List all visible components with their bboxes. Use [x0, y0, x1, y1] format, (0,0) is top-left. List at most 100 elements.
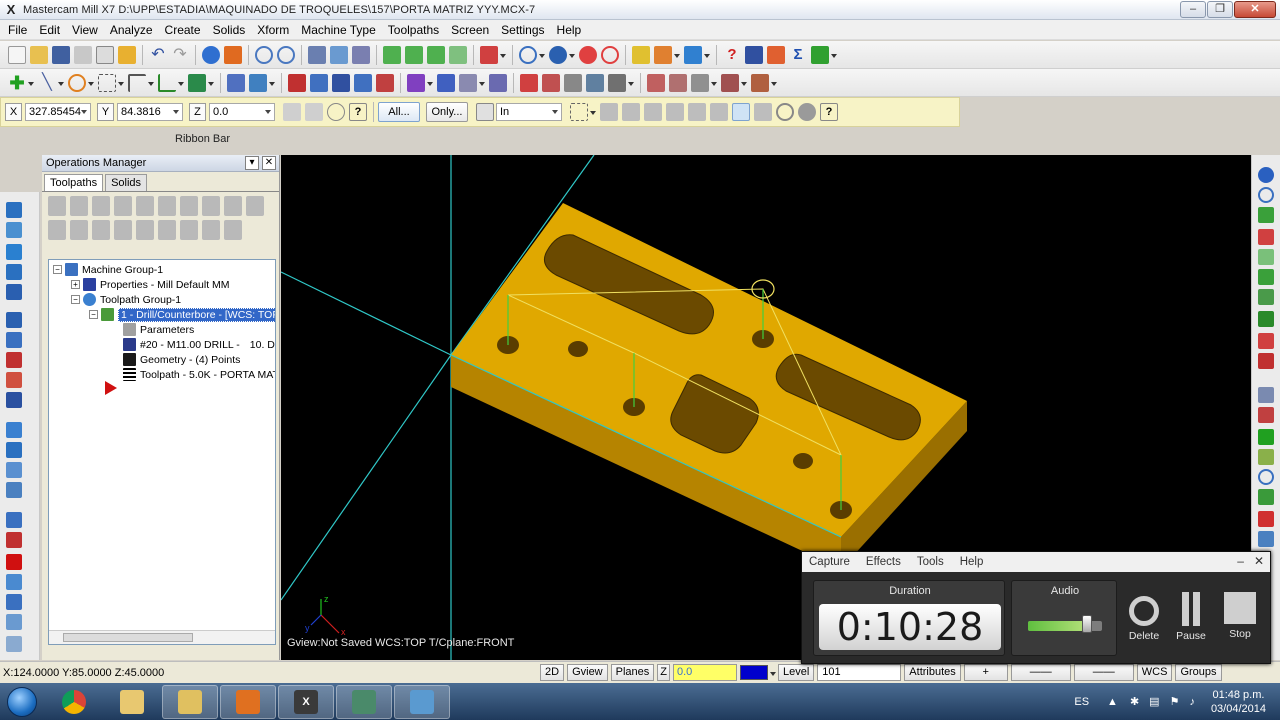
- lock-icon[interactable]: [608, 73, 626, 92]
- backplot-dropdown[interactable]: [427, 74, 433, 92]
- move-up-icon[interactable]: [136, 220, 154, 240]
- create-arc-icon[interactable]: [68, 73, 86, 92]
- arc-dropdown[interactable]: [88, 74, 94, 92]
- y-coordinate-field[interactable]: 84.3816: [117, 103, 183, 121]
- cube-icon[interactable]: [1258, 207, 1274, 223]
- pointer-dropdown[interactable]: [704, 46, 710, 64]
- redo-icon[interactable]: ↷: [171, 46, 189, 64]
- shaded-icon[interactable]: [549, 45, 567, 64]
- drag-icon[interactable]: [6, 614, 22, 630]
- cplane-icon[interactable]: [579, 45, 597, 64]
- x-coordinate-field[interactable]: 327.85454: [25, 103, 91, 121]
- zoom-window-icon[interactable]: [255, 45, 273, 64]
- tab-solids[interactable]: Solids: [105, 174, 148, 191]
- body-select-icon[interactable]: [688, 103, 706, 121]
- circle-icon[interactable]: [1258, 469, 1274, 485]
- ribbon-help-icon[interactable]: ?: [349, 103, 367, 121]
- taskbar-app[interactable]: [336, 684, 392, 719]
- hide-icon[interactable]: [647, 73, 665, 92]
- front-view-icon[interactable]: [405, 45, 423, 64]
- analyze-icon[interactable]: [308, 45, 326, 64]
- trim-icon[interactable]: [227, 73, 245, 92]
- volume-icon[interactable]: ♪: [1189, 696, 1195, 708]
- edge-select-icon[interactable]: [666, 103, 684, 121]
- move-down-icon[interactable]: [114, 220, 132, 240]
- undo-icon[interactable]: ↶: [149, 46, 167, 64]
- z-coordinate-field[interactable]: 0.0: [209, 103, 275, 121]
- print-preview-icon[interactable]: [96, 45, 114, 64]
- collapse-icon[interactable]: −: [71, 295, 80, 304]
- color-swatch[interactable]: [740, 665, 768, 680]
- stop-button[interactable]: Stop: [1220, 592, 1260, 640]
- taskbar-mastercam[interactable]: X: [278, 684, 334, 719]
- rectangle-dropdown[interactable]: [118, 74, 124, 92]
- select-last-icon[interactable]: [754, 103, 772, 121]
- pocket-op-icon[interactable]: [6, 284, 22, 300]
- scrollbar-thumb[interactable]: [63, 633, 193, 642]
- fit-icon[interactable]: [202, 45, 220, 64]
- taskbar-chrome[interactable]: [46, 685, 102, 719]
- toolbar-states-icon[interactable]: [745, 45, 763, 64]
- blank-dropdown[interactable]: [711, 74, 717, 92]
- offset-icon[interactable]: [6, 512, 22, 528]
- link-icon[interactable]: [586, 73, 604, 92]
- tree-tool[interactable]: #20 - M11.00 DRILL - 10. D: [123, 337, 275, 352]
- flag-icon[interactable]: ⚑: [1170, 695, 1180, 708]
- recorder-menu-capture[interactable]: Capture: [809, 556, 850, 568]
- post-ops-icon[interactable]: [202, 196, 220, 216]
- layer-icon[interactable]: [1258, 531, 1274, 547]
- chain-icon[interactable]: [6, 636, 22, 652]
- merge-icon[interactable]: [118, 45, 136, 64]
- create-rectangle-icon[interactable]: [98, 73, 116, 92]
- color-dropdown[interactable]: [770, 664, 776, 682]
- open-file-icon[interactable]: [30, 45, 48, 64]
- toggle-posting-icon[interactable]: [70, 220, 88, 240]
- menu-help[interactable]: Help: [551, 20, 588, 40]
- menu-screen[interactable]: Screen: [445, 20, 495, 40]
- trim-surface-icon[interactable]: [1258, 333, 1274, 349]
- xform-icon[interactable]: [6, 422, 22, 438]
- lock-dropdown[interactable]: [628, 74, 634, 92]
- help-ops-icon[interactable]: [224, 220, 242, 240]
- shading-dropdown[interactable]: [500, 46, 506, 64]
- translate-dropdown[interactable]: [269, 74, 275, 92]
- edit-solid-icon[interactable]: [1258, 511, 1274, 527]
- taskbar-folder[interactable]: [162, 684, 218, 719]
- undelete-icon[interactable]: [352, 45, 370, 64]
- post-dropdown[interactable]: [479, 74, 485, 92]
- delete-button[interactable]: Delete: [1124, 592, 1164, 642]
- selection-help-icon[interactable]: ?: [820, 103, 838, 121]
- recorder-menu-help[interactable]: Help: [960, 556, 984, 568]
- menu-settings[interactable]: Settings: [495, 20, 550, 40]
- bend-icon[interactable]: [1258, 489, 1274, 505]
- grid-icon[interactable]: [520, 73, 538, 92]
- tree-properties[interactable]: + Properties - Mill Default MM: [71, 277, 230, 292]
- verify-ops-icon[interactable]: [158, 196, 176, 216]
- view-back-icon[interactable]: [6, 392, 22, 408]
- regenerate-dirty-icon[interactable]: [114, 196, 132, 216]
- simulate-icon[interactable]: [180, 196, 198, 216]
- post-icon[interactable]: [459, 73, 477, 92]
- scroll-icon[interactable]: [180, 220, 198, 240]
- view-side-icon[interactable]: [6, 352, 22, 368]
- network-icon[interactable]: ▤: [1149, 695, 1159, 708]
- tab-toolpaths[interactable]: Toolpaths: [44, 174, 104, 191]
- menu-toolpaths[interactable]: Toolpaths: [382, 20, 445, 40]
- view-top-icon[interactable]: [6, 312, 22, 328]
- list-icon[interactable]: [542, 73, 560, 92]
- pointer-icon[interactable]: [684, 45, 702, 64]
- verify-icon[interactable]: [437, 73, 455, 92]
- 2d-toggle-button[interactable]: 2D: [540, 664, 565, 681]
- menu-view[interactable]: View: [66, 20, 104, 40]
- help-icon[interactable]: ?: [723, 46, 741, 64]
- stop-icon[interactable]: [6, 554, 22, 570]
- save-icon[interactable]: [52, 45, 70, 64]
- regenerate-icon[interactable]: [92, 196, 110, 216]
- tree-toolpath-group[interactable]: − Toolpath Group-1: [71, 292, 181, 307]
- arc-toolpath-icon[interactable]: [6, 244, 22, 260]
- solid-extrude-icon[interactable]: [188, 73, 206, 92]
- bluetooth-icon[interactable]: ✱: [1130, 695, 1139, 708]
- start-button[interactable]: [0, 684, 44, 720]
- surface-icon[interactable]: [376, 73, 394, 92]
- select-all-ops-icon[interactable]: [489, 73, 507, 92]
